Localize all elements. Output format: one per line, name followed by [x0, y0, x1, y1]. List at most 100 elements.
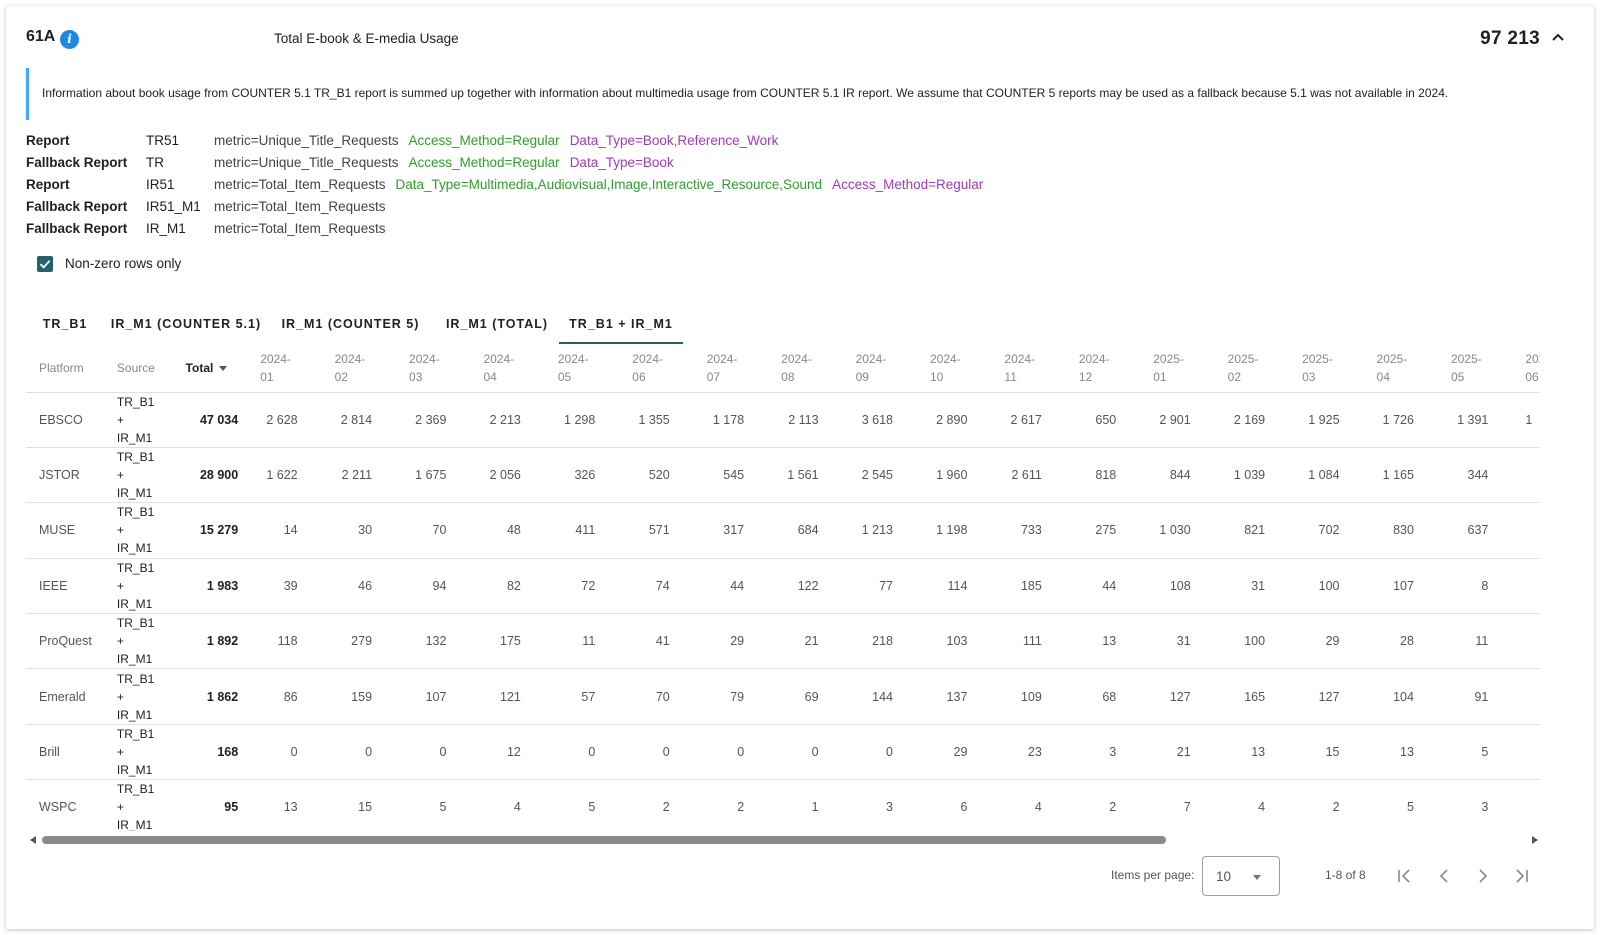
source-line: TR_B1	[116, 671, 155, 686]
value-cell: 107	[1362, 558, 1437, 615]
value-cell: 31	[1139, 613, 1214, 670]
column-header-platform[interactable]: Platform	[26, 344, 117, 393]
value-cell: 4	[1213, 779, 1289, 831]
source-line: TR_B1	[116, 616, 155, 631]
tab-tr-b1[interactable]: TR_B1	[26, 304, 104, 344]
column-header-month[interactable]: 2024- 06	[618, 344, 693, 393]
source-line: +	[116, 689, 124, 704]
column-header-month[interactable]: 2025- 01	[1139, 344, 1214, 393]
column-header-month[interactable]: 2024- 11	[990, 344, 1065, 393]
report-name: TR51	[146, 133, 180, 148]
column-header-total[interactable]: Total	[181, 344, 247, 393]
first-page-icon[interactable]	[1390, 862, 1418, 890]
column-header-month[interactable]: 2024- 08	[767, 344, 842, 393]
value-cell: 144	[841, 668, 916, 725]
items-per-page-select[interactable]: 10	[1202, 856, 1280, 896]
platform-cell: Brill	[26, 724, 117, 781]
scrollbar-thumb[interactable]	[42, 836, 1166, 844]
value-cell: 7	[1139, 779, 1214, 831]
value-cell: 175	[469, 613, 544, 670]
column-header-month[interactable]: 2024- 03	[395, 344, 470, 393]
value-cell	[1511, 613, 1540, 670]
table-row[interactable]: Brill TR_B1 + IR_M1 168 0 0 0 12 0 0 0 0 0 29 23 3 21 13 15…	[26, 724, 1540, 781]
tab-ir-m1-counter-5-1[interactable]: IR_M1 (COUNTER 5.1)	[108, 304, 264, 344]
report-metric: metric=Total_Item_Requests	[214, 177, 386, 192]
scroll-right-icon[interactable]	[1532, 836, 1538, 844]
value-cell: 11	[543, 613, 619, 670]
platform-cell: MUSE	[26, 502, 117, 559]
value-cell: 159	[320, 668, 396, 725]
next-page-icon[interactable]	[1469, 862, 1497, 890]
column-header-month[interactable]: 2024- 10	[915, 344, 991, 393]
value-cell: 114	[915, 558, 991, 615]
value-cell: 844	[1139, 447, 1214, 504]
column-header-month[interactable]: 2024- 04	[469, 344, 544, 393]
tab-ir-m1-total[interactable]: IR_M1 (TOTAL)	[438, 304, 556, 344]
value-cell: 5	[543, 779, 619, 831]
info-icon[interactable]: i	[60, 30, 79, 49]
report-label: Report	[26, 177, 70, 192]
column-header-month[interactable]: 2025- 06	[1511, 344, 1540, 393]
month-number: 05	[557, 369, 572, 384]
month-year: 2024-	[483, 351, 515, 366]
table-row[interactable]: EBSCO TR_B1 + IR_M1 47 034 2 628 2 814 2 369 2 2…	[26, 392, 1540, 448]
total-cell: 28 900	[181, 447, 247, 504]
value-cell: 571	[618, 502, 693, 559]
total-cell: 1 983	[181, 558, 247, 615]
previous-page-icon[interactable]	[1430, 862, 1458, 890]
value-cell	[1511, 447, 1540, 504]
column-header-source[interactable]: Source	[116, 344, 182, 393]
table-row[interactable]: ProQuest TR_B1 + IR_M1 1 892 118 279 132 175 11 41…	[26, 613, 1540, 670]
value-cell: 2 213	[469, 392, 544, 448]
scroll-left-icon[interactable]	[30, 836, 36, 844]
value-cell: 1 030	[1139, 502, 1214, 559]
column-header-month[interactable]: 2025- 05	[1436, 344, 1512, 393]
chevron-up-icon[interactable]	[1546, 26, 1570, 50]
column-header-month[interactable]: 2025- 02	[1213, 344, 1289, 393]
column-header-month[interactable]: 2024- 05	[543, 344, 619, 393]
month-number: 02	[334, 369, 348, 384]
value-cell: 107	[395, 668, 470, 725]
checkbox-checked-icon[interactable]	[37, 256, 53, 272]
column-header-month[interactable]: 2025- 04	[1362, 344, 1437, 393]
source-cell: TR_B1 + IR_M1	[116, 392, 182, 448]
report-filter: Data_Type=Multimedia,Audiovisual,Image,I…	[395, 177, 823, 192]
value-cell: 2	[1288, 779, 1363, 831]
column-header-month[interactable]: 2024- 09	[841, 344, 916, 393]
tab-ir-m1-counter-5[interactable]: IR_M1 (COUNTER 5)	[278, 304, 423, 344]
last-page-icon[interactable]	[1508, 862, 1536, 890]
nonzero-rows-label[interactable]: Non-zero rows only	[65, 256, 181, 271]
value-cell: 1 355	[618, 392, 693, 448]
value-cell: 70	[395, 502, 470, 559]
value-cell: 30	[320, 502, 396, 559]
month-year: 2024-	[1004, 351, 1036, 366]
column-header-month[interactable]: 2025- 03	[1288, 344, 1363, 393]
report-name: IR_M1	[146, 221, 186, 236]
column-header-month[interactable]: 2024- 07	[692, 344, 768, 393]
table-row[interactable]: MUSE TR_B1 + IR_M1 15 279 14 30 70 48 411 571 317 68…	[26, 502, 1540, 559]
column-header-month[interactable]: 2024- 02	[320, 344, 396, 393]
value-cell: 4	[469, 779, 544, 831]
total-cell: 168	[181, 724, 247, 781]
source-line: IR_M1	[116, 707, 153, 722]
value-cell: 275	[1064, 502, 1140, 559]
column-header-month[interactable]: 2024- 12	[1064, 344, 1140, 393]
card-header[interactable]: 61A i Total E-book & E-media Usage 97 21…	[26, 24, 1570, 54]
horizontal-scrollbar[interactable]	[26, 832, 1540, 848]
items-per-page-value: 10	[1216, 869, 1232, 884]
value-cell: 326	[543, 447, 619, 504]
month-number: 12	[1078, 369, 1093, 384]
table-row[interactable]: JSTOR TR_B1 + IR_M1 28 900 1 622 2 211 1 675 2 0…	[26, 447, 1540, 504]
table-row[interactable]: WSPC TR_B1 + IR_M1 95 13 15 5 4 5 2 2 1 3 6 4 2 7 4 2 5 3	[26, 779, 1540, 831]
value-cell	[1511, 779, 1540, 831]
source-line: IR_M1	[116, 652, 153, 667]
value-cell: 29	[692, 613, 768, 670]
table-row[interactable]: IEEE TR_B1 + IR_M1 1 983 39 46 94 82 72 74 44 122 77 1…	[26, 558, 1540, 615]
column-header-month[interactable]: 2024- 01	[246, 344, 321, 393]
tab-tr-b1-ir-m1[interactable]: TR_B1 + IR_M1	[559, 304, 683, 344]
month-number: 10	[929, 369, 944, 384]
value-cell: 74	[618, 558, 693, 615]
month-year: 2024-	[781, 351, 812, 366]
month-number: 01	[260, 369, 274, 384]
table-row[interactable]: Emerald TR_B1 + IR_M1 1 862 86 159 107 121 57 70 79…	[26, 668, 1540, 725]
